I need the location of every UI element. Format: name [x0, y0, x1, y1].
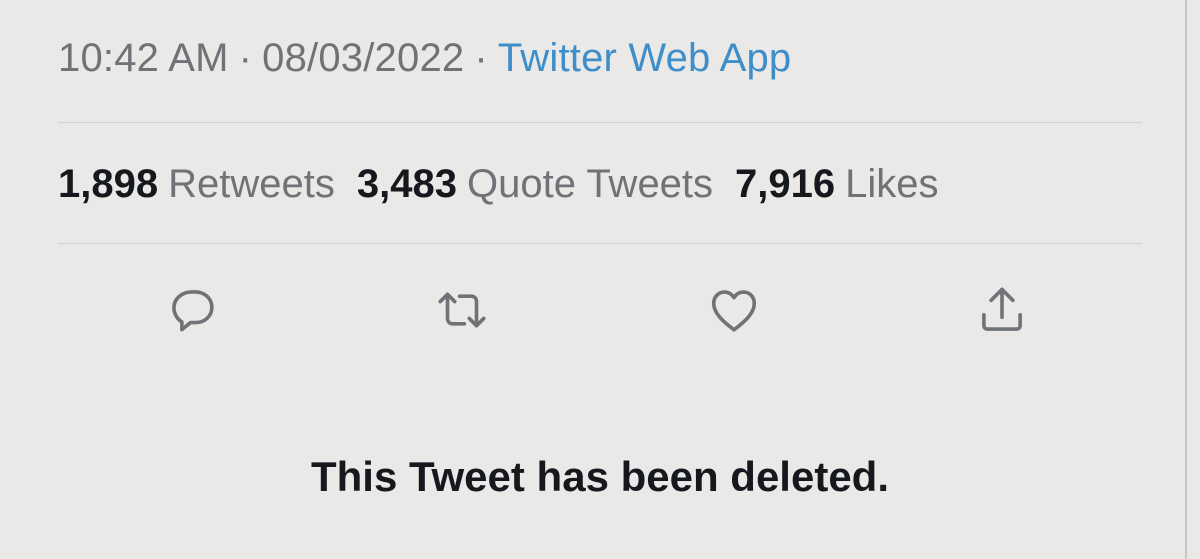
tweet-time: 10:42 AM: [58, 36, 229, 80]
heart-icon: [711, 290, 757, 332]
meta-separator: ·: [238, 36, 253, 80]
divider: [58, 122, 1142, 123]
tweet-stats: 1,898 Retweets 3,483 Quote Tweets 7,916 Likes: [58, 160, 961, 208]
tweet-meta: 10:42 AM · 08/03/2022 · Twitter Web App: [58, 34, 791, 82]
like-button[interactable]: [704, 280, 764, 340]
retweets-stat[interactable]: 1,898 Retweets: [58, 162, 335, 206]
tweet-source-link[interactable]: Twitter Web App: [498, 36, 792, 80]
likes-stat[interactable]: 7,916 Likes: [735, 162, 939, 206]
reply-button[interactable]: [163, 280, 223, 340]
tweet-deleted-message: This Tweet has been deleted.: [310, 453, 890, 500]
meta-separator: ·: [474, 36, 488, 80]
tweet-date[interactable]: 08/03/2022: [262, 36, 464, 80]
retweets-count: 1,898: [58, 162, 159, 206]
retweet-icon: [438, 292, 486, 328]
divider: [58, 243, 1142, 244]
likes-label: Likes: [845, 162, 939, 206]
retweets-label: Retweets: [168, 162, 335, 206]
quote-tweets-stat[interactable]: 3,483 Quote Tweets: [357, 162, 713, 206]
retweet-button[interactable]: [432, 280, 492, 340]
likes-count: 7,916: [735, 162, 836, 206]
quote-tweets-label: Quote Tweets: [466, 162, 714, 206]
share-icon: [982, 287, 1022, 331]
quote-tweets-count: 3,483: [356, 162, 457, 206]
reply-icon: [172, 290, 214, 332]
share-button[interactable]: [972, 280, 1032, 340]
